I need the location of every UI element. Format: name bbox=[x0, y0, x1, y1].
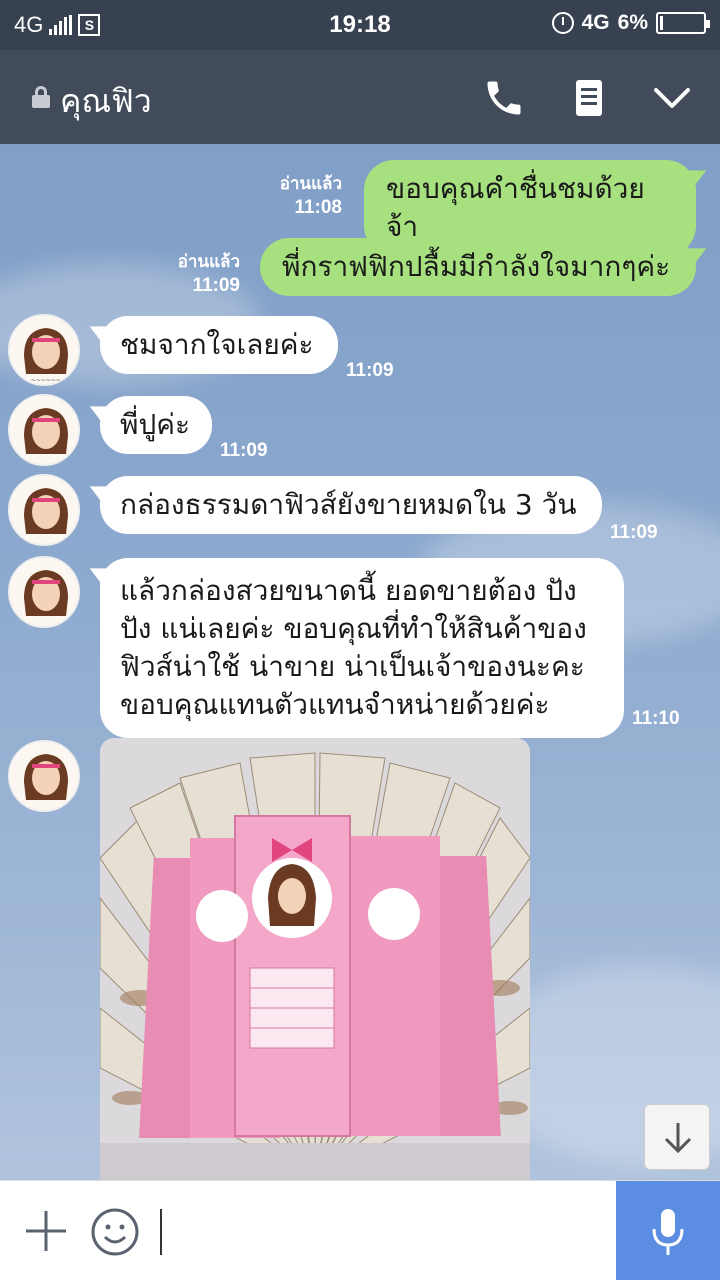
product-photo bbox=[100, 738, 530, 1180]
incoming-message[interactable]: แล้วกล่องสวยขนาดนี้ ยอดขายต้อง ปัง ปัง แ… bbox=[100, 558, 624, 738]
message-line: ขอบคุณแทนตัวแทนจำหน่ายด้วยค่ะ bbox=[120, 688, 550, 721]
alarm-icon bbox=[551, 12, 574, 34]
battery-icon bbox=[656, 12, 710, 34]
message-time: 11:09 bbox=[220, 440, 268, 461]
chat-header: คุณฟิว bbox=[0, 50, 720, 144]
scroll-down-button[interactable] bbox=[644, 1104, 710, 1170]
chat-area[interactable]: อ่านแล้ว 11:08 ขอบคุณคำชื่นชมด้วยจ้า อ่า… bbox=[0, 144, 720, 1180]
avatar[interactable] bbox=[8, 740, 80, 812]
phone-icon[interactable] bbox=[482, 76, 526, 120]
chevron-down-icon[interactable] bbox=[650, 76, 694, 120]
status-right: 4G 6% bbox=[551, 11, 710, 35]
message-line: ฟิวส์น่าใช้ น่าขาย น่าเป็นเจ้าของนะคะ bbox=[120, 650, 585, 683]
message-line: แล้วกล่องสวยขนาดนี้ ยอดขายต้อง ปัง bbox=[120, 574, 577, 607]
note-icon[interactable] bbox=[568, 76, 612, 120]
avatar[interactable] bbox=[8, 394, 80, 466]
voice-button[interactable] bbox=[616, 1181, 720, 1280]
svg-text:~~~~~~: ~~~~~~ bbox=[31, 377, 61, 384]
message-time: 11:10 bbox=[632, 708, 680, 729]
message-meta: อ่านแล้ว 11:09 bbox=[178, 248, 240, 297]
incoming-message[interactable]: ชมจากใจเลยค่ะ bbox=[100, 316, 338, 374]
plus-icon[interactable] bbox=[24, 1209, 68, 1253]
microphone-icon bbox=[652, 1209, 684, 1255]
read-receipt: อ่านแล้ว bbox=[177, 252, 240, 271]
message-time: 11:09 bbox=[610, 522, 658, 543]
input-bar bbox=[0, 1180, 720, 1280]
message-time: 11:09 bbox=[346, 360, 394, 381]
incoming-message[interactable]: พี่ปูค่ะ bbox=[100, 396, 212, 454]
arrow-down-icon bbox=[664, 1123, 692, 1154]
avatar[interactable] bbox=[8, 556, 80, 628]
text-caret bbox=[160, 1209, 162, 1255]
outgoing-message[interactable]: พี่กราฟฟิกปลื้มมีกำลังใจมากๆค่ะ bbox=[260, 238, 696, 296]
status-bar: 4G S 19:18 4G 6% bbox=[0, 0, 720, 50]
avatar[interactable]: ~~~~~~ bbox=[8, 314, 80, 386]
avatar[interactable] bbox=[8, 474, 80, 546]
network-label-right: 4G bbox=[581, 11, 610, 34]
lock-icon bbox=[32, 86, 50, 108]
chat-title[interactable]: คุณฟิว bbox=[60, 76, 152, 127]
message-time: 11:09 bbox=[192, 275, 240, 296]
photo-message[interactable] bbox=[100, 738, 530, 1180]
read-receipt: อ่านแล้ว bbox=[279, 174, 342, 193]
battery-fill bbox=[660, 16, 663, 30]
message-input[interactable] bbox=[158, 1207, 598, 1257]
message-time: 11:08 bbox=[294, 197, 342, 218]
battery-percent: 6% bbox=[617, 11, 648, 34]
emoji-icon[interactable] bbox=[90, 1207, 140, 1257]
incoming-message[interactable]: กล่องธรรมดาฟิวส์ยังขายหมดใน 3 วัน bbox=[100, 476, 602, 534]
message-line: ปัง แน่เลยค่ะ ขอบคุณที่ทำให้สินค้าของ bbox=[120, 612, 587, 645]
message-meta: อ่านแล้ว 11:08 bbox=[280, 170, 342, 219]
